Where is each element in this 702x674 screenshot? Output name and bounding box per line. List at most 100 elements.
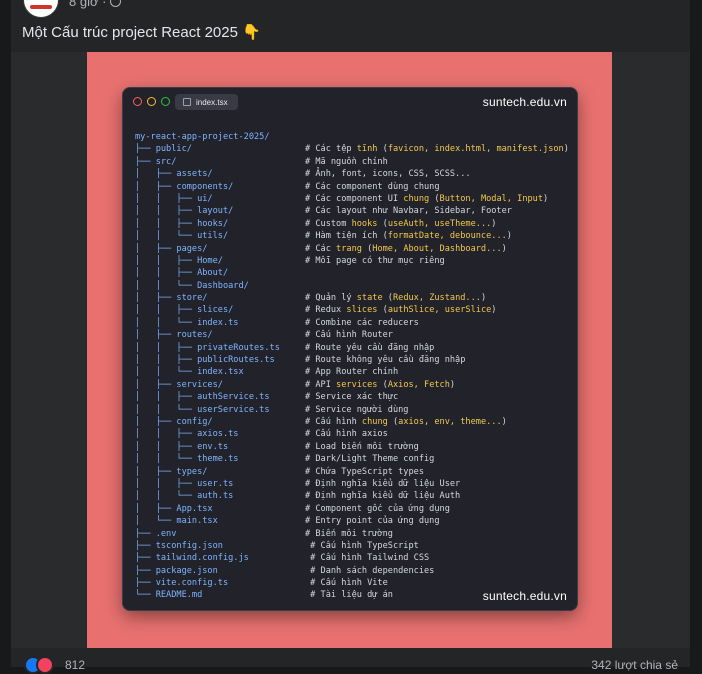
folder-tree: my-react-app-project-2025/ ├── public/ # C… <box>135 131 569 602</box>
tree-comment: # Route không yêu cầu đăng nhập <box>305 354 465 366</box>
tree-path: │ ├── assets/ <box>135 169 213 180</box>
comment-text: # Dark/Light Theme config <box>305 454 435 465</box>
comment-highlight: favicon, index.html, manifest.json <box>387 144 564 155</box>
tree-line: │ ├── types/ # Chứa TypeScript types <box>135 466 424 478</box>
comment-highlight: state <box>356 293 383 304</box>
tree-path: │ │ ├── axios.ts <box>135 429 239 440</box>
tree-comment: # Chứa TypeScript types <box>305 466 424 478</box>
comment-text: # Chứa TypeScript types <box>305 466 424 477</box>
comment-text: # Ảnh, font, icons, CSS, SCSS... <box>305 169 471 180</box>
tree-comment: # Định nghĩa kiểu dữ liệu User <box>305 478 460 490</box>
tree-line: │ │ ├── Home/ # Mỗi page có thư mục riêng <box>135 255 445 267</box>
comment-highlight: Redux, Zustand... <box>392 293 481 304</box>
tree-comment: # Các trang (Home, About, Dashboard...) <box>305 243 507 255</box>
tree-path: │ │ ├── hooks/ <box>135 218 229 229</box>
love-reaction-icon[interactable] <box>36 656 54 674</box>
tree-line: │ ├── components/ # Các component dùng ch… <box>135 181 440 193</box>
comment-highlight: hooks <box>351 218 378 229</box>
tree-line: │ └── main.tsx # Entry point của ứng dụng <box>135 515 440 527</box>
comment-text: # Định nghĩa kiểu dữ liệu Auth <box>305 491 461 502</box>
tree-line: ├── src/ # Mã nguồn chính <box>135 156 388 168</box>
tree-comment: # Tài liệu dự án <box>305 589 393 601</box>
tree-comment: # Combine các reducers <box>305 317 419 329</box>
page-scroll-rail <box>690 0 702 667</box>
comment-text: ) <box>563 144 569 155</box>
tree-comment: # Redux slices (authSlice, userSlice) <box>305 304 496 316</box>
comment-highlight: trang <box>336 243 362 254</box>
comment-text: # Quản lý <box>305 293 357 304</box>
comment-text: ) <box>449 379 456 390</box>
window-controls <box>133 97 170 106</box>
comment-text: # Hàm tiện ích ( <box>305 231 388 242</box>
tree-line: │ │ ├── env.ts # Load biến môi trường <box>135 441 419 453</box>
comment-text: ) <box>506 231 512 242</box>
post-time[interactable]: 8 giờ · <box>69 0 106 9</box>
comment-text: # Các component UI <box>305 193 404 204</box>
tree-comment: # Cấu hình Vite <box>305 577 388 589</box>
comment-text: # API <box>305 379 337 390</box>
tree-comment: # Service người dùng <box>305 404 408 416</box>
tree-path: │ ├── App.tsx <box>135 503 213 514</box>
tree-comment: # Các component dùng chung <box>305 181 440 193</box>
comment-text: # Component gốc của ứng dụng <box>305 503 450 514</box>
tree-path: │ ├── services/ <box>135 379 223 390</box>
page-avatar[interactable] <box>23 0 59 18</box>
tree-path: │ │ ├── slices/ <box>135 305 234 316</box>
tree-comment: # Các component UI chung (Button, Modal,… <box>305 193 548 205</box>
comment-text: ) <box>501 243 507 254</box>
comment-text: # Cấu hình Router <box>305 330 393 341</box>
tree-line: │ │ └── Dashboard/ <box>135 280 280 292</box>
tree-line: │ ├── assets/ # Ảnh, font, icons, CSS, SC… <box>135 168 471 180</box>
tree-line: │ │ ├── hooks/ # Custom hooks (useAuth, u… <box>135 218 496 230</box>
share-count[interactable]: 342 lượt chia sẻ <box>591 658 678 672</box>
tree-line: │ │ └── index.ts # Combine các reducers <box>135 317 419 329</box>
tree-comment: # Cấu hình Tailwind CSS <box>305 552 429 564</box>
tree-comment: # Mỗi page có thư mục riêng <box>305 255 445 267</box>
comment-text: ) <box>501 416 507 427</box>
tree-line: ├── tailwind.config.js # Cấu hình Tailwi… <box>135 552 429 564</box>
comment-text: ( <box>377 305 388 316</box>
tree-comment: # Các tệp tĩnh (favicon, index.html, man… <box>305 143 569 155</box>
tree-line: │ │ ├── user.ts # Định nghĩa kiểu dữ liệu… <box>135 478 460 490</box>
tree-comment: # Cấu hình Router <box>305 329 393 341</box>
comment-highlight: chung <box>403 193 430 204</box>
comment-text: # Các <box>305 243 337 254</box>
tree-path: │ ├── pages/ <box>135 243 208 254</box>
tree-line: ├── vite.config.ts # Cấu hình Vite <box>135 577 388 589</box>
tree-comment: # Entry point của ứng dụng <box>305 515 440 527</box>
comment-text: ) <box>480 293 487 304</box>
comment-highlight: Axios, Fetch <box>387 379 450 390</box>
tree-line: │ ├── routes/ # Cấu hình Router <box>135 329 393 341</box>
tree-path: └── README.md <box>135 590 203 601</box>
comment-text: # Service người dùng <box>305 404 409 415</box>
tree-path: │ │ ├── env.ts <box>135 441 229 452</box>
file-tab-label: index.tsx <box>196 97 228 107</box>
tree-comment: # Quản lý state (Redux, Zustand...) <box>305 292 486 304</box>
tree-line: │ ├── pages/ # Các trang (Home, About, Da… <box>135 243 507 255</box>
comment-highlight: slices <box>346 305 378 316</box>
globe-icon <box>110 0 122 7</box>
file-icon <box>183 98 191 106</box>
post-image[interactable]: index.tsx suntech.edu.vn my-react-app-pr… <box>11 52 690 648</box>
tree-line: │ │ ├── slices/ # Redux slices (authSlice… <box>135 304 496 316</box>
tree-line: ├── public/ # Các tệp tĩnh (favicon, inde… <box>135 143 569 155</box>
comment-text: # Combine các reducers <box>305 317 419 328</box>
comment-highlight: formatDate, debounce... <box>387 231 507 242</box>
comment-text: ) <box>491 305 497 316</box>
tree-comment: # Danh sách dependencies <box>305 565 434 577</box>
tree-path: │ │ ├── About/ <box>135 268 229 279</box>
tree-line: │ │ └── utils/ # Hàm tiện ích (formatDate… <box>135 230 512 242</box>
comment-text: # Custom <box>305 218 352 229</box>
tree-path: │ ├── store/ <box>135 293 208 304</box>
tree-line: │ │ └── userService.ts # Service người dù… <box>135 404 408 416</box>
comment-text: # Mỗi page có thư mục riêng <box>305 255 445 266</box>
tree-comment: # Cấu hình axios <box>305 428 388 440</box>
tree-path: │ │ └── utils/ <box>135 231 229 242</box>
reaction-count[interactable]: 812 <box>65 658 85 672</box>
comment-text: ( <box>377 144 388 155</box>
tree-line: │ │ ├── About/ <box>135 267 280 279</box>
comment-text: ( <box>377 218 388 229</box>
tree-path: │ │ ├── authService.ts <box>135 392 270 403</box>
tree-path: │ ├── config/ <box>135 416 213 427</box>
tree-line: │ ├── config/ # Cấu hình chung (axios, en… <box>135 416 507 428</box>
